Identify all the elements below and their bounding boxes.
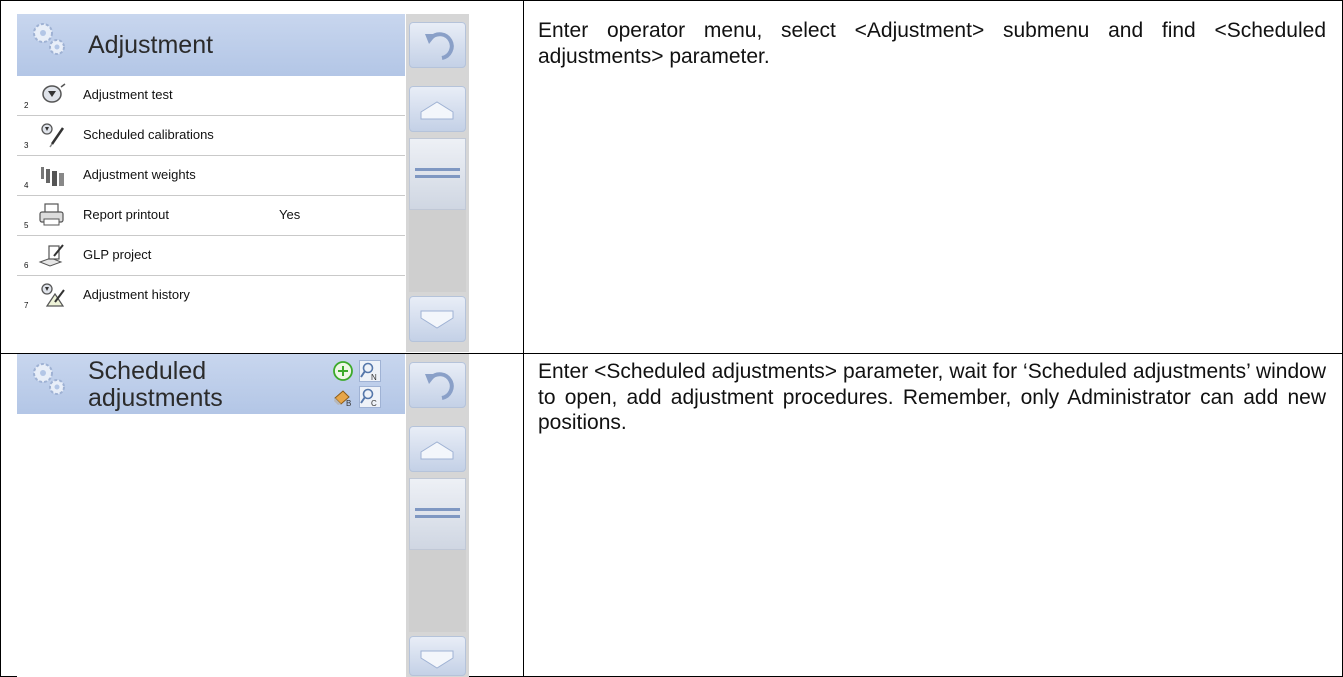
instruction-table: Adjustment 2 Adjustment test 3 Scheduled…	[0, 0, 1343, 677]
page-title: Scheduled adjustments	[88, 358, 223, 412]
adjustment-weights-icon	[41, 167, 64, 186]
page-title-line-1: Scheduled	[88, 357, 207, 385]
menu-item-number: 7	[24, 301, 29, 310]
back-button[interactable]	[409, 22, 466, 68]
scroll-down-button[interactable]	[409, 296, 466, 342]
scroll-up-button[interactable]	[409, 86, 466, 132]
table-column-divider	[523, 0, 524, 677]
screen-header: Scheduled adjustments N B C	[17, 354, 405, 414]
search-n-icon[interactable]: N	[359, 360, 381, 382]
settings-gears-icon	[33, 363, 65, 395]
printer-icon	[39, 203, 64, 226]
arrow-up-icon	[420, 101, 454, 120]
menu-item-label: Adjustment test	[83, 87, 173, 102]
arrow-up-icon	[420, 441, 454, 460]
search-c-icon[interactable]: C	[359, 386, 381, 408]
scroll-sidebar	[406, 14, 469, 352]
menu-item-adjustment-history[interactable]: 7 Adjustment history	[17, 276, 405, 315]
back-button[interactable]	[409, 362, 466, 408]
menu-item-label: Adjustment history	[83, 287, 190, 302]
menu-item-number: 4	[24, 181, 29, 190]
scroll-thumb[interactable]	[409, 138, 466, 210]
scroll-up-button[interactable]	[409, 426, 466, 472]
menu-item-report-printout[interactable]: 5 Report printout Yes	[17, 196, 405, 236]
menu-item-adjustment-weights[interactable]: 4 Adjustment weights	[17, 156, 405, 196]
arrow-down-icon	[420, 310, 454, 329]
menu-item-number: 3	[24, 141, 29, 150]
adjustment-history-icon	[41, 283, 65, 307]
menu-item-scheduled-calibrations[interactable]: 3 Scheduled calibrations	[17, 116, 405, 156]
scroll-down-button[interactable]	[409, 636, 466, 676]
screen-header: Adjustment	[17, 14, 405, 76]
scroll-sidebar	[406, 354, 469, 677]
scheduled-adjustments-screen: Scheduled adjustments N B C	[17, 354, 469, 677]
menu-item-value: Yes	[279, 207, 301, 222]
scheduled-calibrations-icon	[41, 123, 65, 148]
svg-text:C: C	[371, 399, 377, 408]
page-title-line-2: adjustments	[88, 384, 223, 412]
scroll-thumb[interactable]	[409, 478, 466, 550]
instruction-text-1: Enter operator menu, select <Adjustment>…	[538, 19, 1326, 68]
table-border-top	[0, 0, 1343, 1]
menu-item-number: 6	[24, 261, 29, 270]
menu-item-label: Adjustment weights	[83, 167, 196, 182]
menu-item-label: Scheduled calibrations	[83, 127, 214, 142]
menu-item-number: 5	[24, 221, 29, 230]
instruction-text-2: Enter <Scheduled adjustments> parameter,…	[538, 360, 1326, 434]
undo-arrow-icon	[425, 372, 454, 400]
svg-text:N: N	[371, 373, 377, 382]
settings-gears-icon	[33, 23, 65, 55]
table-border-left	[0, 0, 1, 677]
delete-b-icon[interactable]: B	[332, 386, 354, 408]
menu-item-glp-project[interactable]: 6 GLP project	[17, 236, 405, 276]
undo-arrow-icon	[425, 32, 454, 60]
glp-project-icon	[38, 244, 64, 267]
menu-item-number: 2	[24, 101, 29, 110]
svg-text:B: B	[346, 399, 351, 408]
adjustment-menu-screen: Adjustment 2 Adjustment test 3 Scheduled…	[17, 14, 469, 352]
menu-item-label: Report printout	[83, 207, 169, 222]
arrow-down-icon	[420, 650, 454, 669]
page-title: Adjustment	[88, 31, 214, 59]
menu-item-label: GLP project	[83, 247, 152, 262]
menu-item-adjustment-test[interactable]: 2 Adjustment test	[17, 76, 405, 116]
adjustment-test-icon	[42, 83, 66, 103]
add-icon[interactable]	[332, 360, 354, 382]
